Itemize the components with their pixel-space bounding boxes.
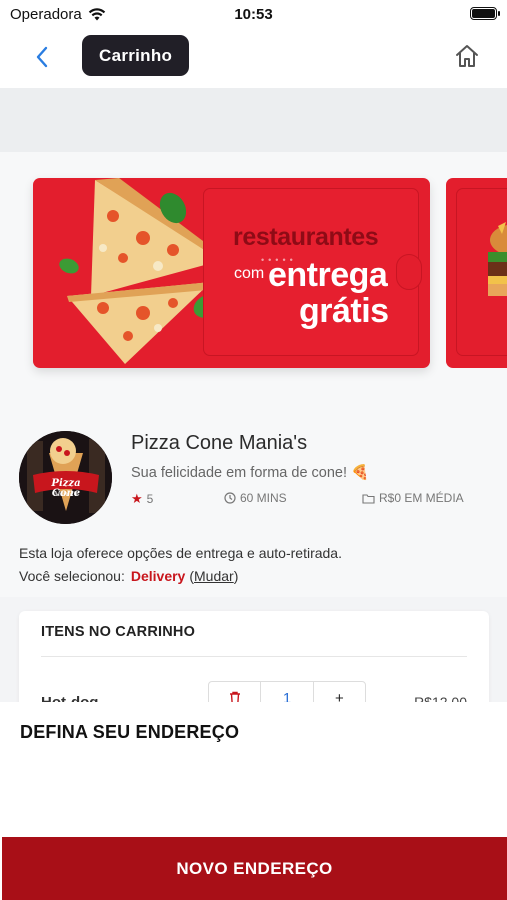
store-rating: ★ 5 [131,491,153,507]
selected-mode-value: Delivery [130,568,186,584]
delivery-time-value: 60 MINS [240,491,287,505]
delivery-options-notice: Esta loja oferece opções de entrega e au… [19,545,342,561]
carrier-name: Operadora [10,5,82,23]
selected-mode-line: Você selecionou: Delivery (Mudar) [19,568,239,584]
wifi-icon [88,7,105,20]
change-mode-link[interactable]: Mudar [194,568,234,584]
selected-label: Você selecionou: [19,568,125,584]
address-bottom-sheet: DEFINA SEU ENDEREÇO NOVO ENDEREÇO [0,702,507,900]
address-sheet-title: DEFINA SEU ENDEREÇO [20,722,240,742]
average-price-value: R$0 EM MÉDIA [379,491,464,505]
star-icon: ★ [131,491,143,506]
search-placeholder-band [0,88,507,152]
clock-icon [224,492,236,504]
promo-banner-burger[interactable] [446,178,507,368]
promo-carousel[interactable]: restaurantes ••••• com entrega grátis [0,152,507,392]
chevron-left-icon [36,46,48,68]
store-name: Pizza Cone Mania's [131,432,308,454]
rating-value: 5 [146,492,154,506]
divider [41,656,467,657]
banner-line3: grátis [299,292,389,330]
page-title: Carrinho [82,35,190,76]
back-button[interactable] [28,43,56,71]
banner-line1: restaurantes [233,223,379,251]
status-bar: Operadora 10:53 [0,0,507,28]
promo-banner-free-delivery[interactable]: restaurantes ••••• com entrega grátis [33,178,430,368]
store-logo: Pizza Cone Mania's [19,431,112,524]
new-address-button[interactable]: NOVO ENDEREÇO [2,837,507,900]
carrier-info: Operadora [10,6,106,23]
banner-line2: entrega [268,256,388,294]
store-slogan: Sua felicidade em forma de cone! 🍕 [131,465,370,481]
burger-image [488,222,507,296]
top-bar: Carrinho [0,28,507,88]
store-info: Pizza Cone Mania's Pizza Cone Mania's Su… [0,392,507,597]
banner-line2-prefix: com [234,265,265,282]
logo-subtext: Mania's [54,491,78,498]
home-icon [456,45,478,67]
store-average-price: R$0 EM MÉDIA [362,491,464,505]
wallet-icon [362,493,375,504]
battery-icon [470,7,500,20]
cart-title: ITENS NO CARRINHO [41,624,196,640]
home-button[interactable] [453,42,481,70]
store-delivery-time: 60 MINS [224,491,287,505]
